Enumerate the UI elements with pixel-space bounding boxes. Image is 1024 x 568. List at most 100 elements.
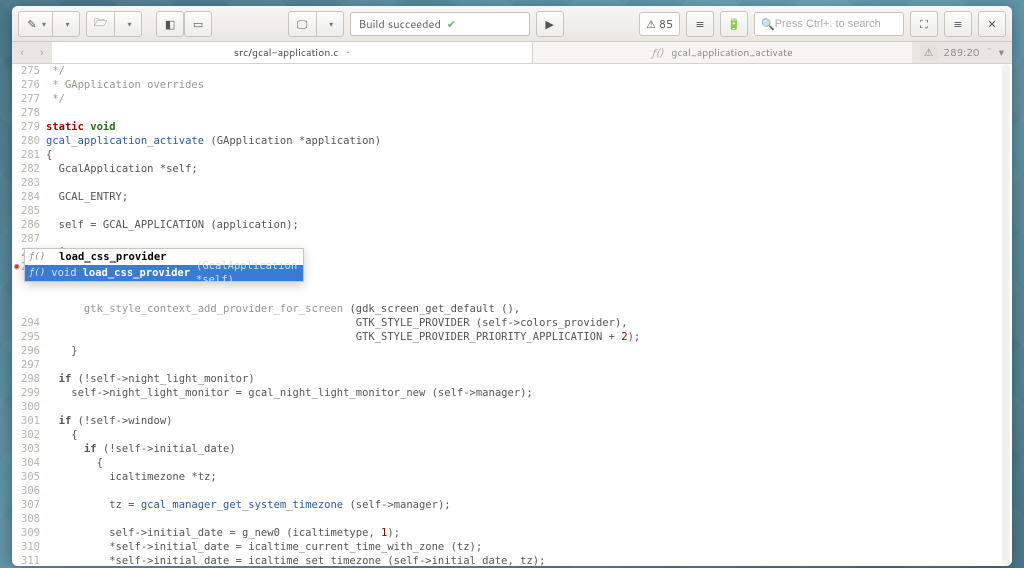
- code-line[interactable]: 286 self = GCAL_APPLICATION (application…: [12, 218, 1012, 232]
- tab-symbol[interactable]: ƒ() gcal_application_activate: [533, 42, 912, 63]
- tab-label: gcal_application_activate: [671, 46, 793, 60]
- scrollbar[interactable]: [1002, 64, 1010, 566]
- line-number[interactable]: 305: [12, 470, 46, 484]
- code-line[interactable]: 302 {: [12, 428, 1012, 442]
- symbol-kind-icon: ƒ(): [29, 266, 45, 280]
- autocomplete-item[interactable]: ƒ()voidload_css_provider (GcalApplicatio…: [25, 265, 303, 281]
- code-line[interactable]: 277 */: [12, 92, 1012, 106]
- line-number[interactable]: 307: [12, 498, 46, 512]
- warning-icon: ⚠: [646, 16, 656, 32]
- code-line[interactable]: 298 if (!self->night_light_monitor): [12, 372, 1012, 386]
- code-line[interactable]: 301 if (!self->window): [12, 414, 1012, 428]
- line-number[interactable]: 283: [12, 176, 46, 190]
- edit-menu-button[interactable]: ✎▾: [18, 11, 52, 37]
- code-line[interactable]: 279static void: [12, 120, 1012, 134]
- line-number[interactable]: 308: [12, 512, 46, 526]
- monitor-icon: 🖵: [295, 16, 309, 32]
- line-number[interactable]: [12, 302, 46, 316]
- code-line[interactable]: 299 self->night_light_monitor = gcal_nig…: [12, 386, 1012, 400]
- line-number[interactable]: 279: [12, 120, 46, 134]
- power-button[interactable]: 🔋: [720, 11, 748, 37]
- line-number[interactable]: 281: [12, 148, 46, 162]
- open-dropdown-button[interactable]: ▾: [114, 11, 142, 37]
- line-number[interactable]: 278: [12, 106, 46, 120]
- close-icon: ✕: [985, 16, 999, 32]
- hamburger-button[interactable]: ≡: [944, 11, 972, 37]
- code-line[interactable]: 310 *self->initial_date = icaltime_curre…: [12, 540, 1012, 554]
- run-button[interactable]: ▶: [536, 11, 564, 37]
- line-number[interactable]: 302: [12, 428, 46, 442]
- panel-left-icon: ◧: [163, 16, 177, 32]
- code-line[interactable]: 307 tz = gcal_manager_get_system_timezon…: [12, 498, 1012, 512]
- code-line[interactable]: 284 GCAL_ENTRY;: [12, 190, 1012, 204]
- open-menu-button[interactable]: 🗁: [86, 11, 114, 37]
- code-line[interactable]: 303 if (!self->initial_date): [12, 442, 1012, 456]
- line-number[interactable]: 300: [12, 400, 46, 414]
- line-number[interactable]: 280: [12, 134, 46, 148]
- code-line[interactable]: 297: [12, 358, 1012, 372]
- line-number[interactable]: 282: [12, 162, 46, 176]
- line-number[interactable]: 311: [12, 554, 46, 566]
- code-line[interactable]: 304 {: [12, 456, 1012, 470]
- code-line[interactable]: 294 GTK_STYLE_PROVIDER (self->colors_pro…: [12, 316, 1012, 330]
- code-line[interactable]: 306: [12, 484, 1012, 498]
- line-number[interactable]: 299: [12, 386, 46, 400]
- device-dropdown-button[interactable]: ▾: [316, 11, 344, 37]
- search-input[interactable]: [775, 18, 897, 30]
- code-line[interactable]: 311 *self->initial_date = icaltime_set_t…: [12, 554, 1012, 566]
- line-number[interactable]: 275: [12, 64, 46, 78]
- code-line[interactable]: 305 icaltimezone *tz;: [12, 470, 1012, 484]
- line-number[interactable]: 285: [12, 204, 46, 218]
- close-button[interactable]: ✕: [978, 11, 1006, 37]
- line-number[interactable]: 295: [12, 330, 46, 344]
- panel-left-button[interactable]: ◧: [156, 11, 184, 37]
- code-line[interactable]: gtk_style_context_add_provider_for_scree…: [12, 302, 1012, 316]
- code-line[interactable]: 276 * GApplication overrides: [12, 78, 1012, 92]
- line-number[interactable]: 284: [12, 190, 46, 204]
- tab-next-button[interactable]: ›: [32, 42, 52, 63]
- code-line[interactable]: 281{: [12, 148, 1012, 162]
- line-number[interactable]: 276: [12, 78, 46, 92]
- global-search[interactable]: 🔍: [754, 12, 904, 36]
- line-number[interactable]: 301: [12, 414, 46, 428]
- diagnostics-button[interactable]: ≡: [686, 11, 714, 37]
- line-number[interactable]: 303: [12, 442, 46, 456]
- device-menu-button[interactable]: 🖵: [288, 11, 316, 37]
- edit-dropdown-button[interactable]: ▾: [52, 11, 80, 37]
- chevron-down-icon[interactable]: ▾: [999, 46, 1004, 60]
- code-line[interactable]: 308: [12, 512, 1012, 526]
- warnings-button[interactable]: ⚠ 85: [639, 12, 680, 36]
- line-number[interactable]: 294: [12, 316, 46, 330]
- cursor-position: 289:20: [943, 46, 979, 60]
- tab-prev-button[interactable]: ‹: [12, 42, 32, 63]
- panel-bottom-button[interactable]: ▭: [184, 11, 212, 37]
- line-number[interactable]: 296: [12, 344, 46, 358]
- line-number[interactable]: 286: [12, 218, 46, 232]
- code-line[interactable]: 300: [12, 400, 1012, 414]
- code-line[interactable]: 287: [12, 232, 1012, 246]
- code-line[interactable]: 309 self->initial_date = g_new0 (icaltim…: [12, 526, 1012, 540]
- line-number[interactable]: 310: [12, 540, 46, 554]
- code-line[interactable]: 278: [12, 106, 1012, 120]
- code-line[interactable]: 283: [12, 176, 1012, 190]
- code-line[interactable]: 295 GTK_STYLE_PROVIDER_PRIORITY_APPLICAT…: [12, 330, 1012, 344]
- code-line[interactable]: 280gcal_application_activate (GApplicati…: [12, 134, 1012, 148]
- line-number[interactable]: 298: [12, 372, 46, 386]
- code-line[interactable]: 282 GcalApplication *self;: [12, 162, 1012, 176]
- code-line[interactable]: 296 }: [12, 344, 1012, 358]
- line-number[interactable]: 277: [12, 92, 46, 106]
- code-editor[interactable]: 275 */276 * GApplication overrides277 */…: [12, 64, 1012, 566]
- fullscreen-button[interactable]: ⛶: [910, 11, 938, 37]
- bars-icon: ≡: [693, 16, 707, 32]
- line-number[interactable]: 304: [12, 456, 46, 470]
- code-line[interactable]: 275 */: [12, 64, 1012, 78]
- tab-source-file[interactable]: src/gcal-application.c: [52, 42, 532, 63]
- code-line[interactable]: 285: [12, 204, 1012, 218]
- build-status-pill[interactable]: Build succeeded ✔: [350, 12, 530, 36]
- line-number[interactable]: 297: [12, 358, 46, 372]
- line-number[interactable]: 287: [12, 232, 46, 246]
- line-number[interactable]: 306: [12, 484, 46, 498]
- pencil-icon: ✎: [25, 16, 39, 32]
- tab-dirty-indicator: [342, 46, 349, 60]
- line-number[interactable]: 309: [12, 526, 46, 540]
